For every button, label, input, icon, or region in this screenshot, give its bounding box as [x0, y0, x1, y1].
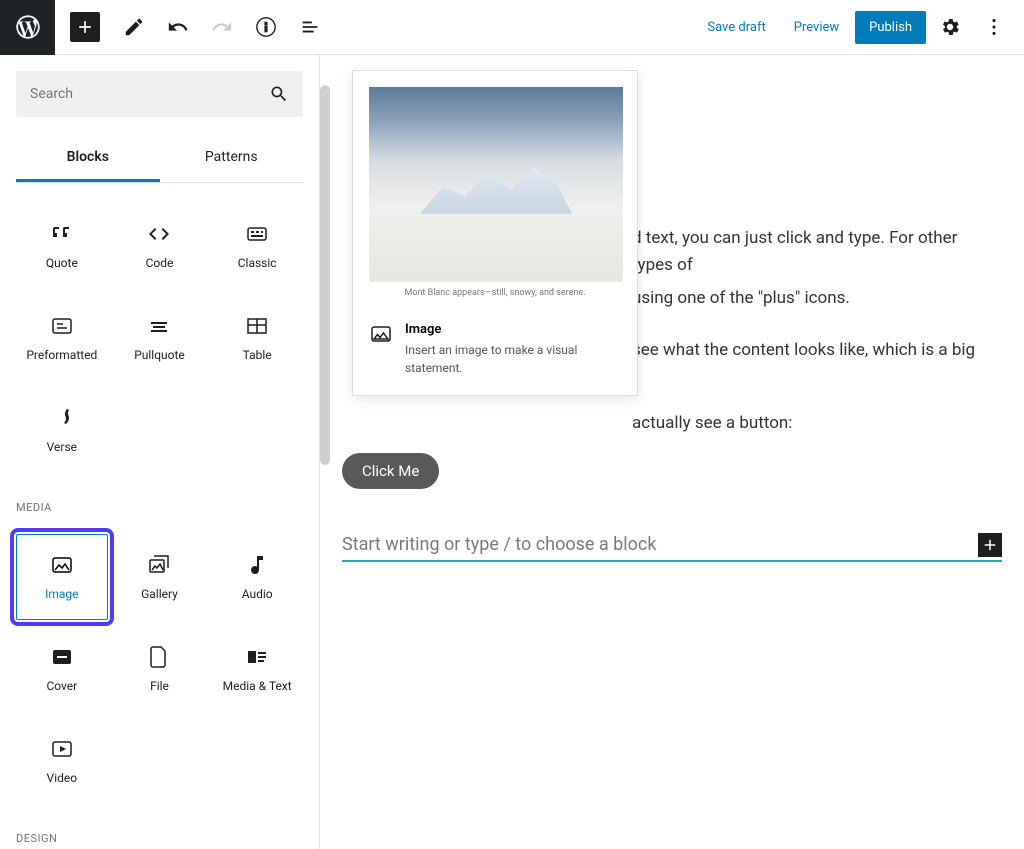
block-table[interactable]: Table [211, 295, 303, 381]
image-icon [369, 322, 393, 346]
block-verse[interactable]: Verse [16, 387, 108, 473]
audio-icon [245, 553, 269, 577]
toolbar-right: Save draft Preview Publish [695, 7, 1024, 47]
block-classic[interactable]: Classic [211, 203, 303, 289]
preview-caption: Mont Blanc appears—still, snowy, and ser… [353, 288, 637, 308]
preformatted-icon [50, 314, 74, 338]
edit-mode-button[interactable] [116, 9, 152, 45]
gallery-icon [147, 553, 171, 577]
button-block[interactable]: Click Me [342, 453, 439, 489]
block-label: Quote [46, 256, 78, 270]
block-label: Table [243, 348, 272, 362]
image-icon [50, 553, 74, 577]
scrollbar[interactable] [320, 85, 330, 465]
block-gallery[interactable]: Gallery [114, 534, 206, 620]
block-label: Cover [46, 679, 77, 693]
redo-button[interactable] [204, 9, 240, 45]
category-design: DESIGN [16, 832, 303, 845]
preview-title: Image [405, 322, 621, 337]
block-file[interactable]: File [114, 626, 206, 712]
search-input[interactable] [16, 71, 303, 117]
category-media: MEDIA [16, 501, 303, 514]
block-label: File [150, 679, 169, 693]
preview-link[interactable]: Preview [782, 12, 851, 43]
block-preformatted[interactable]: Preformatted [16, 295, 108, 381]
add-block-inline-button[interactable] [978, 533, 1002, 557]
quote-icon [50, 222, 74, 246]
search-icon [269, 84, 289, 104]
block-pullquote[interactable]: Pullquote [114, 295, 206, 381]
media-text-icon [245, 645, 269, 669]
tab-patterns[interactable]: Patterns [160, 135, 304, 182]
add-block-button[interactable] [70, 12, 100, 42]
block-label: Video [47, 771, 78, 785]
block-video[interactable]: Video [16, 718, 108, 804]
cover-icon [50, 645, 74, 669]
info-button[interactable] [248, 9, 284, 45]
verse-icon [50, 406, 74, 430]
table-icon [245, 314, 269, 338]
settings-icon[interactable] [930, 7, 970, 47]
block-label: Pullquote [134, 348, 185, 362]
undo-button[interactable] [160, 9, 196, 45]
topbar: Save draft Preview Publish [0, 0, 1024, 55]
code-icon [147, 222, 171, 246]
wp-logo[interactable] [0, 0, 55, 55]
paragraph-text[interactable]: actually see a button: [342, 410, 1002, 437]
toolbar-left [55, 9, 328, 45]
block-label: Code [146, 256, 174, 270]
block-code[interactable]: Code [114, 203, 206, 289]
pullquote-icon [147, 314, 171, 338]
block-appender[interactable]: Start writing or type / to choose a bloc… [342, 533, 1002, 562]
block-image[interactable]: Image [16, 534, 108, 620]
preview-image [369, 87, 623, 282]
block-appender-prompt: Start writing or type / to choose a bloc… [342, 534, 978, 555]
publish-button[interactable]: Publish [855, 11, 926, 44]
preview-description: Insert an image to make a visual stateme… [405, 341, 621, 377]
block-cover[interactable]: Cover [16, 626, 108, 712]
more-icon[interactable] [974, 7, 1014, 47]
block-preview-popover: Mont Blanc appears—still, snowy, and ser… [352, 70, 638, 396]
block-label: Audio [242, 587, 273, 601]
block-label: Image [45, 587, 78, 601]
block-inserter-panel: Blocks Patterns Quote Code Classic Preforma… [0, 55, 320, 849]
outline-button[interactable] [292, 9, 328, 45]
tab-blocks[interactable]: Blocks [16, 135, 160, 182]
block-label: Gallery [141, 587, 178, 601]
block-label: Preformatted [26, 348, 97, 362]
block-media-text[interactable]: Media & Text [211, 626, 303, 712]
classic-icon [245, 222, 269, 246]
save-draft-link[interactable]: Save draft [695, 12, 777, 43]
block-audio[interactable]: Audio [211, 534, 303, 620]
block-label: Classic [238, 256, 277, 270]
file-icon [147, 645, 171, 669]
block-quote[interactable]: Quote [16, 203, 108, 289]
block-label: Verse [47, 440, 77, 454]
block-label: Media & Text [223, 679, 292, 693]
video-icon [50, 737, 74, 761]
inserter-tabs: Blocks Patterns [16, 135, 303, 183]
